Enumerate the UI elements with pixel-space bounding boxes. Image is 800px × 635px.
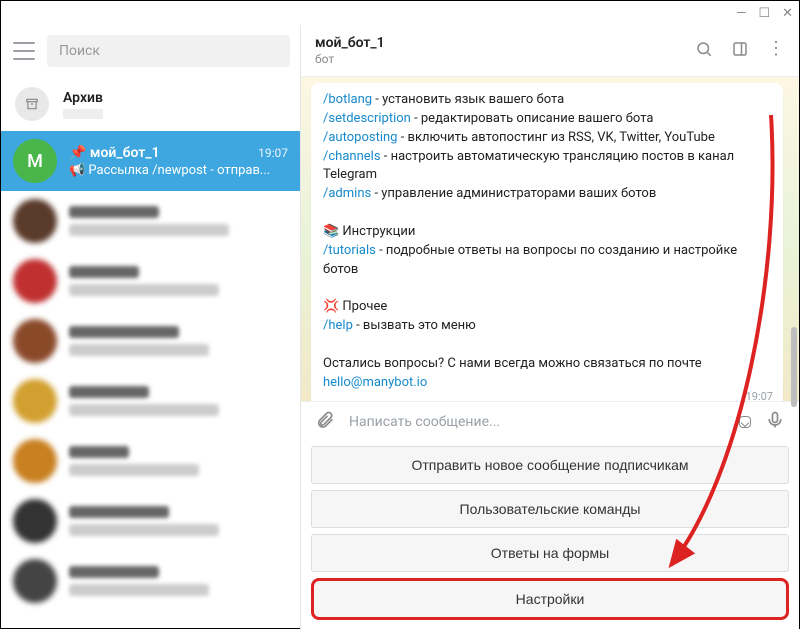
books-icon: 📚 — [323, 224, 339, 239]
email-link[interactable]: hello@manybot.io — [323, 375, 427, 390]
more-icon[interactable]: ⋮ — [767, 40, 785, 62]
mic-icon[interactable] — [765, 410, 785, 434]
panel-icon[interactable] — [731, 40, 749, 62]
close-button[interactable]: ✕ — [782, 7, 793, 20]
archive-row[interactable]: Архив — [1, 77, 300, 131]
window-titlebar: — ☐ ✕ — [1, 1, 799, 25]
anger-icon: 💢 — [323, 299, 339, 314]
chat-subtitle: бот — [315, 52, 683, 66]
search-input[interactable]: Поиск — [47, 35, 290, 67]
commands-icon[interactable] — [739, 416, 751, 428]
archive-label: Архив — [63, 90, 103, 106]
cmd-link[interactable]: /autoposting — [323, 130, 397, 145]
pin-icon: 📌 — [69, 145, 86, 161]
chat-item-active[interactable]: M 📌 мой_бот_1 19:07 📢 Рассылка /newpost … — [1, 131, 300, 191]
message-input[interactable]: Написать сообщение... — [349, 414, 725, 430]
message-time: 19:07 — [746, 389, 773, 401]
sidebar: Поиск Архив M 📌 мой_бот_1 19:07 📢 Рассыл… — [1, 25, 301, 630]
cmd-link[interactable]: /admins — [323, 186, 371, 201]
chat-time: 19:07 — [258, 146, 288, 160]
avatar: M — [13, 139, 57, 183]
kb-form-replies[interactable]: Ответы на формы — [311, 534, 789, 572]
megaphone-icon: 📢 — [69, 163, 85, 178]
cmd-link[interactable]: /help — [323, 318, 353, 333]
cmd-link[interactable]: /setdescription — [323, 111, 411, 126]
minimize-button[interactable]: — — [736, 7, 746, 20]
scrollbar[interactable] — [791, 97, 797, 460]
chat-item[interactable] — [1, 431, 300, 491]
kb-send-new[interactable]: Отправить новое сообщение подписчикам — [311, 446, 789, 484]
archive-icon — [15, 87, 49, 121]
message-bubble: /botlang - установить язык вашего бота /… — [311, 83, 783, 401]
chat-panel: мой_бот_1 бот ⋮ /botlang - установить яз… — [301, 25, 799, 630]
chat-preview: Рассылка /newpost - отправ... — [88, 163, 270, 178]
maximize-button[interactable]: ☐ — [758, 7, 770, 20]
chat-item[interactable] — [1, 491, 300, 551]
chat-title: мой_бот_1 — [315, 35, 683, 51]
reply-keyboard: Отправить новое сообщение подписчикам По… — [301, 442, 799, 630]
cmd-link[interactable]: /tutorials — [323, 243, 376, 258]
cmd-link[interactable]: /channels — [323, 149, 381, 164]
chat-item[interactable] — [1, 371, 300, 431]
hamburger-menu-icon[interactable] — [13, 42, 35, 60]
kb-custom-commands[interactable]: Пользовательские команды — [311, 490, 789, 528]
chat-item[interactable] — [1, 311, 300, 371]
message-input-row: Написать сообщение... — [301, 401, 799, 442]
kb-settings[interactable]: Настройки — [311, 578, 789, 620]
cmd-link[interactable]: /botlang — [323, 92, 372, 107]
chat-item[interactable] — [1, 191, 300, 251]
attach-icon[interactable] — [315, 410, 335, 434]
chat-item[interactable] — [1, 251, 300, 311]
search-icon[interactable] — [695, 40, 713, 62]
chat-name: мой_бот_1 — [90, 145, 160, 161]
chat-item[interactable] — [1, 551, 300, 611]
